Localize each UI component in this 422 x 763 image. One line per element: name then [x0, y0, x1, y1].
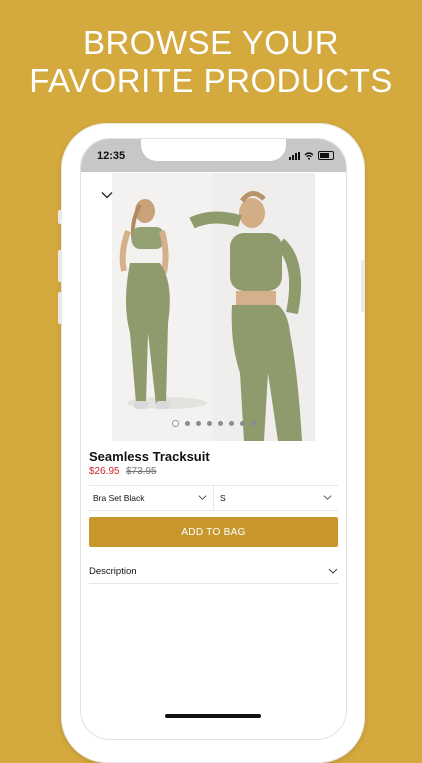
- battery-icon: [318, 151, 334, 160]
- size-select-value: S: [220, 493, 226, 503]
- chevron-down-icon: [323, 495, 332, 500]
- headline: BROWSE YOUR FAVORITE PRODUCTS: [0, 24, 422, 100]
- phone-screen: 12:35 Seamless Tracksuit $26.95 $73.95 B…: [80, 138, 347, 740]
- variant-selectors: Bra Set Black S: [89, 485, 338, 511]
- chevron-down-icon: [328, 568, 338, 574]
- product-title: Seamless Tracksuit: [89, 449, 210, 464]
- phone-volume-up: [58, 250, 62, 282]
- status-icons: [289, 151, 334, 160]
- sale-price: $26.95: [89, 466, 120, 477]
- product-image-gallery[interactable]: [112, 173, 315, 441]
- status-bar: 12:35: [81, 139, 346, 172]
- phone-side-button: [58, 210, 62, 224]
- phone-power-button: [361, 260, 365, 312]
- style-select[interactable]: Bra Set Black: [89, 486, 214, 510]
- add-to-bag-button[interactable]: ADD TO BAG: [89, 517, 338, 547]
- pager-dot[interactable]: [171, 419, 179, 427]
- notch: [141, 139, 286, 161]
- pager-dot[interactable]: [184, 420, 190, 426]
- headline-line-2: FAVORITE PRODUCTS: [29, 62, 393, 99]
- pager-dot[interactable]: [228, 420, 234, 426]
- signal-icon: [289, 151, 300, 160]
- description-accordion[interactable]: Description: [89, 559, 338, 584]
- close-chevron-down-icon[interactable]: [101, 189, 113, 201]
- status-time: 12:35: [97, 150, 126, 162]
- pager-dot[interactable]: [206, 420, 212, 426]
- wifi-icon: [304, 151, 314, 160]
- headline-line-1: BROWSE YOUR: [82, 24, 340, 61]
- product-image: [112, 173, 315, 441]
- pager-dot[interactable]: [239, 420, 245, 426]
- style-select-value: Bra Set Black: [93, 493, 145, 503]
- chevron-down-icon: [198, 495, 207, 500]
- home-indicator[interactable]: [165, 714, 261, 718]
- image-pager-dots[interactable]: [81, 418, 346, 428]
- description-label: Description: [89, 565, 137, 577]
- original-price: $73.95: [126, 466, 157, 477]
- size-select[interactable]: S: [214, 486, 338, 510]
- pager-dot[interactable]: [250, 420, 256, 426]
- pager-dot[interactable]: [195, 420, 201, 426]
- pager-dot[interactable]: [217, 420, 223, 426]
- phone-volume-down: [58, 292, 62, 324]
